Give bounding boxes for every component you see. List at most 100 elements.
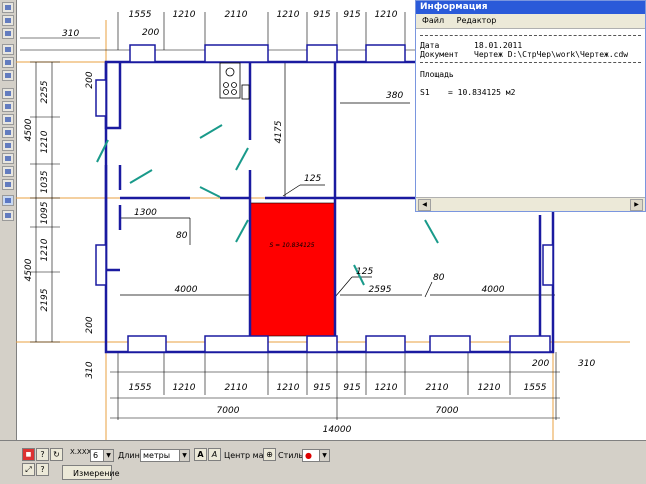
precision-value: 6 bbox=[93, 451, 99, 460]
horizontal-scrollbar[interactable]: ◀ ▶ bbox=[416, 197, 645, 211]
dim-corner-left: 200 bbox=[85, 71, 95, 88]
dim-left-1: 2255 bbox=[40, 80, 50, 103]
style-dot-icon: ● bbox=[305, 451, 312, 460]
text-bold-icon[interactable]: A bbox=[194, 448, 207, 461]
dim-top-3: 2110 bbox=[225, 10, 248, 20]
dim-top-5: 915 bbox=[313, 10, 330, 20]
tab-measure[interactable]: Измерение bbox=[62, 465, 120, 480]
dim-left-total-1: 4500 bbox=[24, 118, 34, 141]
precision-combo[interactable]: 6 ▼ bbox=[90, 449, 114, 462]
bottom-dimensions: 1555 1210 2110 1210 915 915 1210 2110 12… bbox=[129, 359, 596, 435]
chevron-down-icon[interactable]: ▼ bbox=[179, 450, 189, 461]
dim-total-right: 7000 bbox=[436, 406, 459, 416]
dim-left-2: 1210 bbox=[40, 130, 50, 153]
help-icon[interactable]: ? bbox=[36, 448, 49, 461]
chevron-down-icon[interactable]: ▼ bbox=[319, 450, 329, 461]
dim-bottom-9: 1210 bbox=[478, 383, 501, 393]
question-icon[interactable]: ? bbox=[36, 463, 49, 476]
info-s1-value: = 10.834125 м2 bbox=[448, 88, 516, 97]
dim-total: 14000 bbox=[323, 425, 352, 435]
info-doc-label: Документ bbox=[420, 50, 459, 59]
dim-1300: 1300 bbox=[134, 208, 157, 218]
dim-80-left: 80 bbox=[176, 231, 188, 241]
scroll-left-arrow[interactable]: ◀ bbox=[418, 199, 431, 211]
dim-4175: 4175 bbox=[274, 120, 284, 143]
rotate-icon[interactable]: ↻ bbox=[50, 448, 63, 461]
toolbar-button[interactable] bbox=[2, 153, 14, 164]
highlighted-room bbox=[249, 202, 336, 337]
dim-corner-bottom-left: 200 bbox=[85, 316, 95, 333]
tab-measure-label: Измерение bbox=[73, 469, 120, 478]
info-window-title[interactable]: Информация bbox=[416, 1, 645, 14]
area-label: S = 10.834125 bbox=[269, 242, 314, 249]
dim-80-right: 80 bbox=[433, 273, 445, 283]
dim-bottom-5: 915 bbox=[313, 383, 330, 393]
toolbar-button[interactable] bbox=[2, 210, 14, 221]
dim-corner-top-inner: 200 bbox=[142, 28, 159, 38]
dim-left-4: 1095 bbox=[40, 201, 50, 224]
dim-left-5: 1210 bbox=[40, 238, 50, 261]
info-separator bbox=[420, 35, 641, 36]
dim-4000-right: 4000 bbox=[482, 285, 505, 295]
toolbar-button[interactable] bbox=[2, 127, 14, 138]
dim-bottom-3: 2110 bbox=[225, 383, 248, 393]
toolbar-button[interactable] bbox=[2, 140, 14, 151]
info-doc-value: Чертеж D:\СтрЧер\work\Чертеж.cdw bbox=[474, 50, 629, 59]
text-italic-icon[interactable]: A bbox=[208, 448, 221, 461]
dim-bottom-8: 2110 bbox=[426, 383, 449, 393]
info-content: Дата 18.01.2011 Документ Чертеж D:\СтрЧе… bbox=[418, 30, 643, 197]
dim-top-2: 1210 bbox=[173, 10, 196, 20]
kitchen-fixtures bbox=[219, 62, 250, 100]
dim-total-left: 7000 bbox=[217, 406, 240, 416]
toolbar-button[interactable] bbox=[2, 2, 14, 13]
info-menu-bar: Файл Редактор bbox=[416, 14, 645, 29]
toolbar-button[interactable] bbox=[2, 101, 14, 112]
toolbar-button[interactable] bbox=[2, 114, 14, 125]
center-mass-icon[interactable]: ⊕ bbox=[263, 448, 276, 461]
units-combo[interactable]: метры ▼ bbox=[140, 449, 190, 462]
dim-2595: 2595 bbox=[369, 285, 392, 295]
dim-bottom-6: 915 bbox=[343, 383, 360, 393]
menu-editor[interactable]: Редактор bbox=[457, 16, 497, 25]
info-date-value: 18.01.2011 bbox=[474, 41, 523, 50]
toolbar-button[interactable] bbox=[2, 57, 14, 68]
toolbar-button[interactable] bbox=[2, 166, 14, 177]
dim-380: 380 bbox=[386, 91, 403, 101]
menu-file[interactable]: Файл bbox=[422, 16, 444, 25]
info-s1-label: S1 bbox=[420, 88, 430, 97]
precision-label: X.XXX bbox=[70, 448, 92, 456]
toolbar-button[interactable] bbox=[2, 44, 14, 55]
dim-top-7: 1210 bbox=[375, 10, 398, 20]
chevron-down-icon[interactable]: ▼ bbox=[103, 450, 113, 461]
toolbar-button[interactable] bbox=[2, 179, 14, 190]
toolbar-button[interactable] bbox=[2, 28, 14, 39]
dim-left-total-2: 4500 bbox=[24, 258, 34, 281]
units-value: метры bbox=[143, 451, 171, 460]
dim-125-mid: 125 bbox=[356, 267, 373, 277]
dim-top-6: 915 bbox=[343, 10, 360, 20]
dim-corner-br-inner: 200 bbox=[532, 359, 549, 369]
dim-left-3: 1035 bbox=[40, 170, 50, 193]
info-window[interactable]: Информация Файл Редактор Дата 18.01.2011… bbox=[415, 0, 646, 212]
dim-4000-left: 4000 bbox=[175, 285, 198, 295]
info-separator bbox=[420, 62, 641, 63]
dim-top-4: 1210 bbox=[277, 10, 300, 20]
dim-bottom-10: 1555 bbox=[524, 383, 547, 393]
left-toolbar bbox=[0, 0, 17, 440]
toolbar-button[interactable] bbox=[2, 15, 14, 26]
dim-corner-br-outer: 310 bbox=[578, 359, 595, 369]
properties-panel: ■ ? ↻ ⤢ ? X.XXX 6 ▼ Длина метры ▼ A A Це… bbox=[0, 440, 646, 484]
measure-area-button[interactable] bbox=[2, 195, 14, 206]
zoom-icon[interactable]: ⤢ bbox=[22, 463, 35, 476]
stop-icon[interactable]: ■ bbox=[22, 448, 35, 461]
dim-125-top: 125 bbox=[304, 174, 321, 184]
info-date-label: Дата bbox=[420, 41, 440, 50]
scroll-right-arrow[interactable]: ▶ bbox=[630, 199, 643, 211]
toolbar-button[interactable] bbox=[2, 88, 14, 99]
toolbar-button[interactable] bbox=[2, 70, 14, 81]
dim-bottom-4: 1210 bbox=[277, 383, 300, 393]
dim-corner-top: 310 bbox=[62, 29, 79, 39]
style-combo[interactable]: ● ▼ bbox=[302, 449, 330, 462]
info-area-heading: Площадь bbox=[420, 70, 454, 79]
style-label: Стиль bbox=[278, 451, 304, 460]
